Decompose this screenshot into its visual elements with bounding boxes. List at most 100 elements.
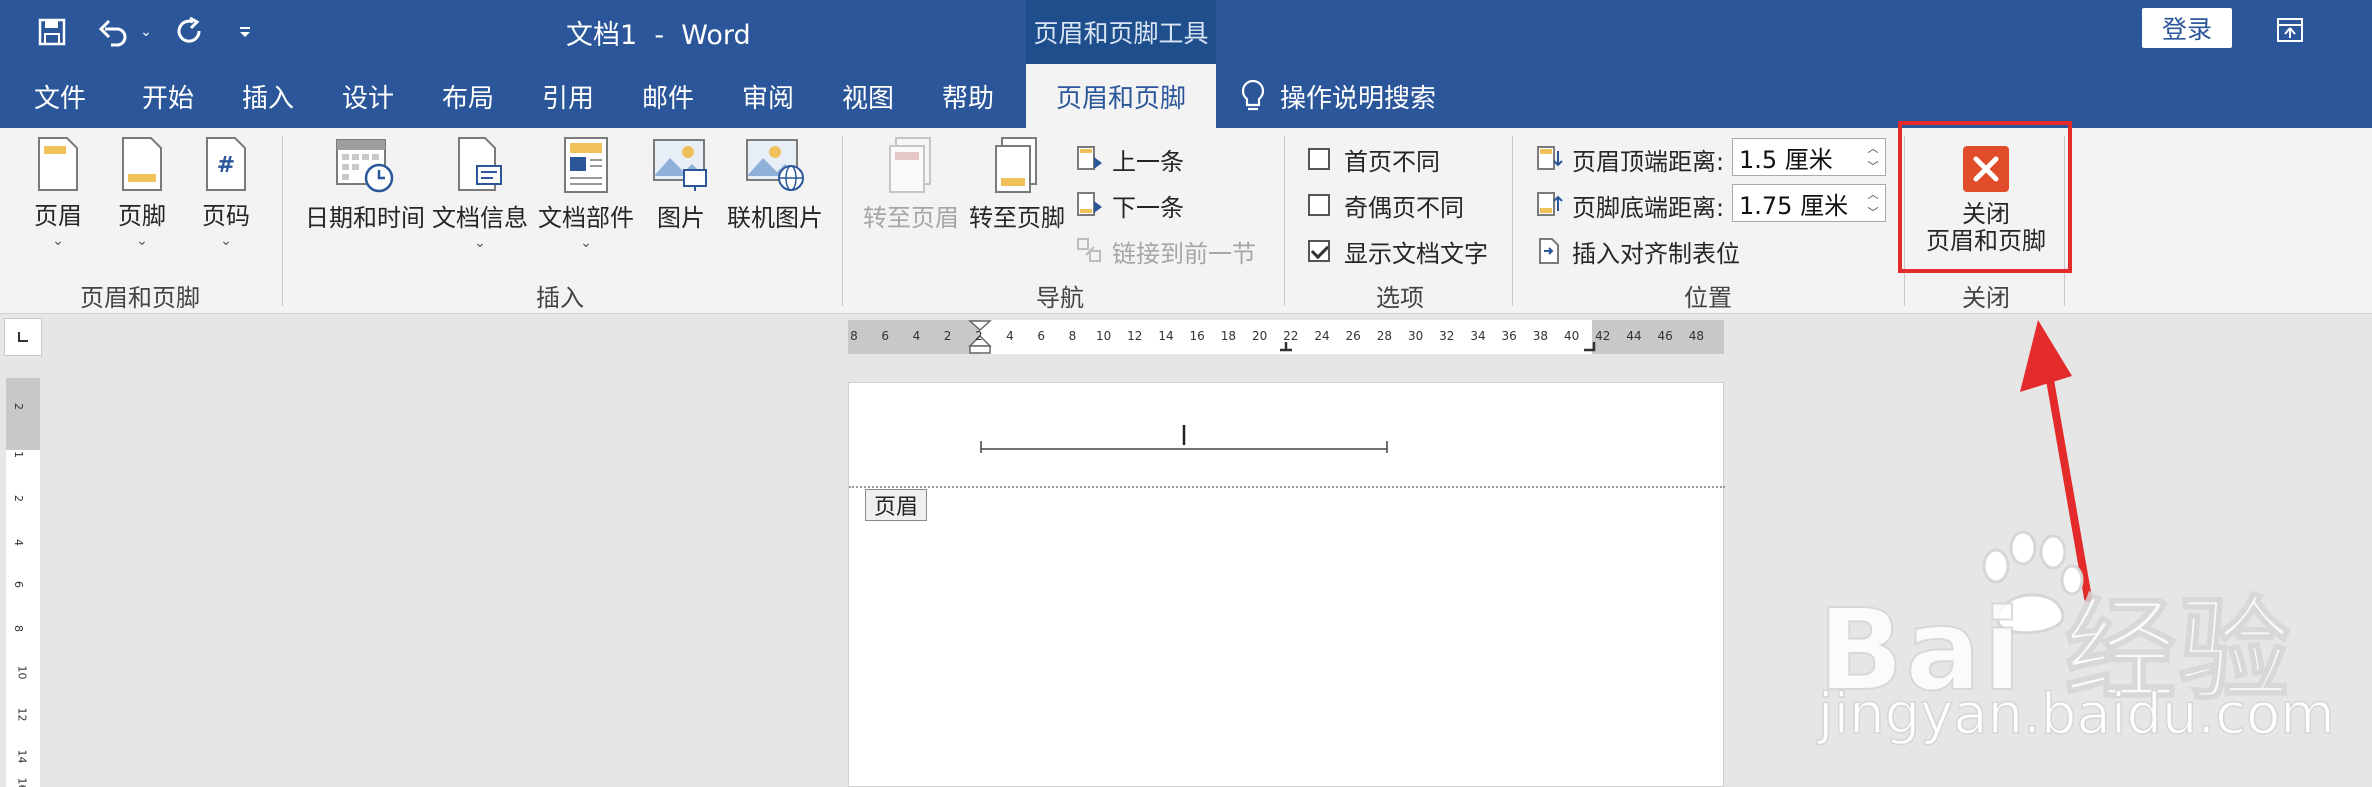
next-icon	[1077, 192, 1102, 216]
group-separator	[842, 136, 843, 306]
save-icon[interactable]	[30, 10, 74, 54]
previous-button[interactable]: 上一条	[1076, 142, 1184, 176]
ruler-number: 22	[1283, 329, 1299, 343]
tab-mailings[interactable]: 邮件	[618, 64, 718, 128]
date-time-button[interactable]: 日期和时间	[302, 136, 428, 233]
online-pictures-button[interactable]: 联机图片	[722, 136, 828, 233]
undo-icon[interactable]	[92, 10, 136, 54]
ruler-number: 24	[1314, 329, 1330, 343]
lightbulb-icon	[1241, 79, 1265, 111]
header-icon	[38, 137, 78, 191]
customize-qat-icon[interactable]	[230, 10, 260, 54]
calendar-clock-icon	[336, 139, 394, 193]
goto-header-icon	[889, 137, 931, 193]
header-boundary-line	[849, 486, 1725, 488]
ruler-number: 14	[1158, 329, 1174, 343]
ruler-number: 6	[12, 581, 25, 588]
ruler-number: 6	[1037, 329, 1046, 343]
ruler-number: 42	[1595, 329, 1611, 343]
ruler-number: 4	[12, 539, 25, 546]
tab-layout[interactable]: 布局	[418, 64, 518, 128]
ruler-number: 34	[1470, 329, 1486, 343]
ruler-number: 38	[1532, 329, 1549, 343]
different-odd-even-checkbox[interactable]: 奇偶页不同	[1308, 188, 1464, 222]
header-guide-lines	[980, 425, 1388, 453]
checkbox-box[interactable]	[1308, 194, 1330, 216]
online-picture-icon	[746, 139, 804, 191]
previous-icon	[1077, 146, 1102, 170]
horizontal-ruler[interactable]: 8 6 4 2 2 4 6 8 10 12 14 16 18 20 22 24 26 28 30 32 34 36 38 40…	[848, 320, 1724, 354]
ruler-number: 10	[15, 665, 29, 680]
page-number-button[interactable]: # 页码 ⌄	[196, 136, 256, 249]
right-tab-icon[interactable]	[1582, 342, 1598, 354]
show-document-text-checkbox[interactable]: 显示文档文字	[1308, 234, 1488, 268]
goto-header-button[interactable]: 转至页眉	[860, 136, 962, 233]
chevron-down-icon: ⌄	[136, 233, 148, 249]
undo-dropdown-icon[interactable]: ⌄	[136, 10, 156, 54]
group-label-insert: 插入	[536, 284, 584, 312]
header-top-distance-input[interactable]: 1.5 厘米 ︿ ﹀	[1732, 138, 1886, 176]
ruler-number: 2	[943, 329, 952, 343]
context-tool-title: 页眉和页脚工具	[1026, 0, 1216, 64]
picture-icon	[653, 139, 707, 191]
spin-down-icon[interactable]: ﹀	[1868, 204, 1879, 220]
link-previous-icon	[1077, 238, 1101, 262]
document-parts-button[interactable]: 文档部件 ⌄	[536, 136, 636, 251]
header-button[interactable]: 页眉 ⌄	[28, 136, 88, 249]
ruler-number: 10	[1095, 329, 1112, 343]
tell-me-search[interactable]: 操作说明搜索	[1240, 64, 1436, 128]
ruler-number: 48	[1688, 329, 1705, 343]
tab-help[interactable]: 帮助	[918, 64, 1018, 128]
ruler-number: 40	[1563, 329, 1580, 343]
document-info-icon	[458, 137, 502, 191]
link-to-previous-button[interactable]: 链接到前一节	[1076, 234, 1256, 268]
tab-design[interactable]: 设计	[318, 64, 418, 128]
chevron-down-icon: ⌄	[52, 233, 64, 249]
ruler-number: 32	[1439, 329, 1455, 343]
checkbox-box-checked[interactable]	[1308, 240, 1330, 262]
tab-review[interactable]: 审阅	[718, 64, 818, 128]
document-page[interactable]: 页眉	[848, 382, 1725, 787]
checkbox-box[interactable]	[1308, 148, 1330, 170]
center-tab-icon[interactable]	[1278, 342, 1294, 354]
chevron-down-icon: ⌄	[474, 235, 486, 251]
goto-footer-button[interactable]: 转至页脚	[966, 136, 1068, 233]
ruler-number: 26	[1345, 329, 1361, 343]
tab-insert[interactable]: 插入	[218, 64, 318, 128]
document-parts-icon	[564, 137, 608, 193]
group-separator	[1284, 136, 1285, 306]
document-title: 文档1 - Word	[566, 20, 751, 51]
ruler-number: 2	[12, 495, 25, 502]
login-button[interactable]: 登录	[2142, 8, 2232, 48]
tab-file[interactable]: 文件	[10, 64, 110, 128]
tab-header-footer[interactable]: 页眉和页脚	[1026, 64, 1216, 128]
pictures-button[interactable]: 图片	[648, 136, 714, 233]
tab-view[interactable]: 视图	[818, 64, 918, 128]
ruler-number: 16	[15, 777, 29, 787]
different-first-page-checkbox[interactable]: 首页不同	[1308, 142, 1440, 176]
tab-home[interactable]: 开始	[118, 64, 218, 128]
page-number-icon: #	[206, 137, 246, 191]
spin-up-icon[interactable]: ︿	[1868, 186, 1879, 202]
document-info-button[interactable]: 文档信息 ⌄	[430, 136, 530, 251]
redo-icon[interactable]	[168, 10, 212, 54]
spinner-arrows[interactable]: ︿ ﹀	[1863, 185, 1883, 221]
spinner-arrows[interactable]: ︿ ﹀	[1863, 139, 1883, 175]
baidu-watermark: Bai 经验 jingyan.baidu.com	[1817, 520, 2372, 787]
ruler-number: 30	[1407, 329, 1424, 343]
footer-button[interactable]: 页脚 ⌄	[112, 136, 172, 249]
alignment-tab-icon	[1539, 238, 1559, 264]
header-position-icon	[1537, 146, 1563, 170]
vertical-ruler[interactable]: 2 1 2 4 6 8 10 12 14 16	[6, 378, 40, 787]
insert-alignment-tab-button[interactable]: 插入对齐制表位	[1536, 234, 1740, 268]
watermark-url: jingyan.baidu.com	[1817, 681, 2335, 748]
ruler-number: 14	[15, 749, 29, 764]
next-button[interactable]: 下一条	[1076, 188, 1184, 222]
tab-references[interactable]: 引用	[518, 64, 618, 128]
spin-down-icon[interactable]: ﹀	[1868, 158, 1879, 174]
tab-stop-selector[interactable]	[4, 318, 42, 356]
spin-up-icon[interactable]: ︿	[1868, 140, 1879, 156]
ribbon-display-options-icon[interactable]	[2270, 10, 2310, 50]
header-tag: 页眉	[865, 489, 928, 521]
footer-bottom-distance-input[interactable]: 1.75 厘米 ︿ ﹀	[1732, 184, 1886, 222]
